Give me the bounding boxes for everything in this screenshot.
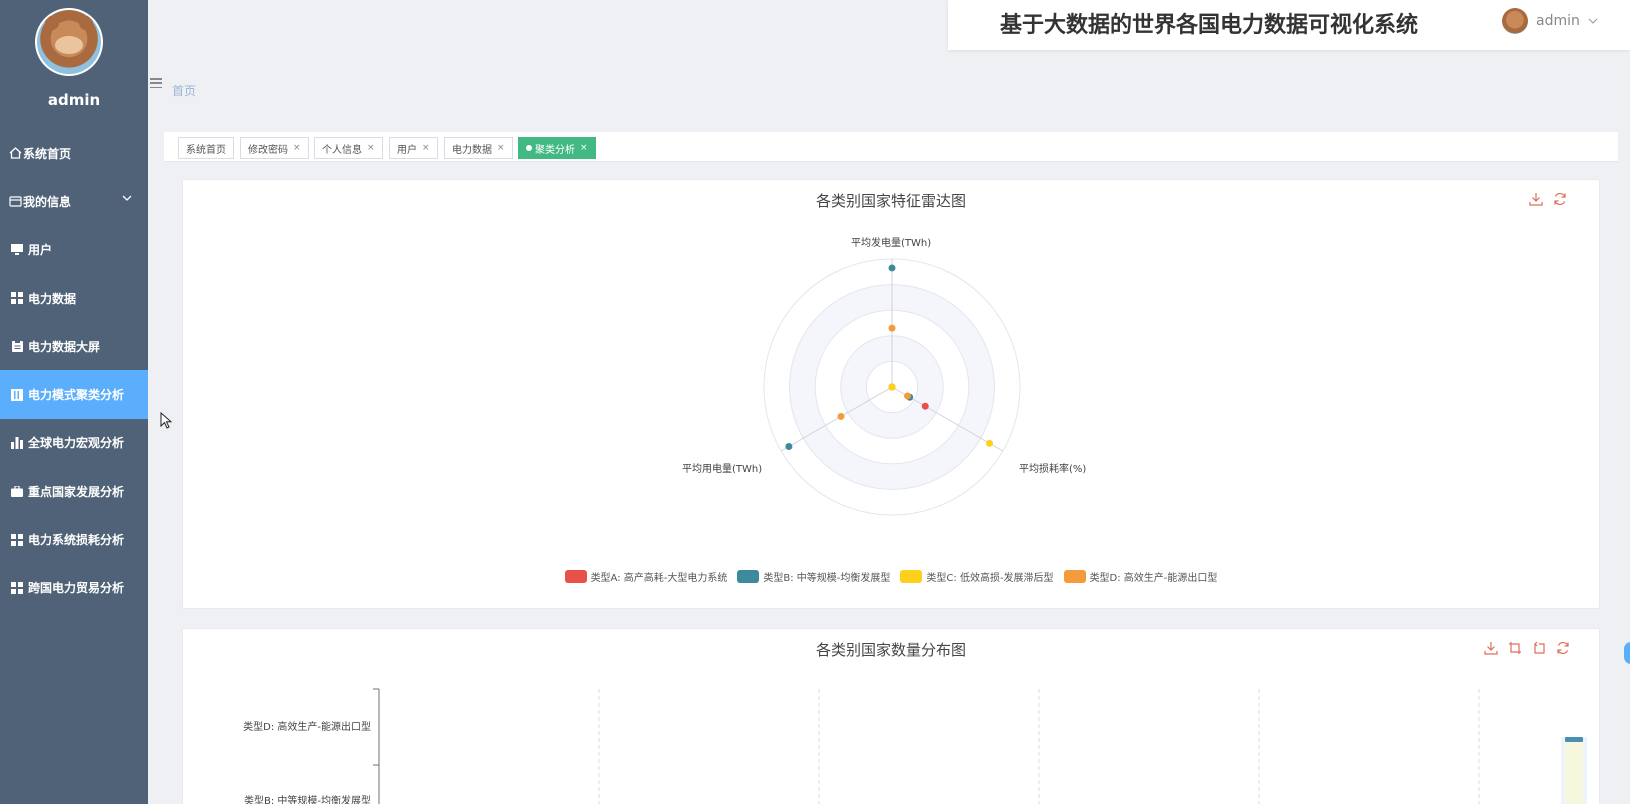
tab-power-data[interactable]: 电力数据 × bbox=[444, 137, 513, 159]
sidebar-item-power-data[interactable]: 电力数据 bbox=[0, 274, 148, 322]
briefcase-icon bbox=[10, 485, 24, 497]
radar-point[interactable] bbox=[904, 392, 912, 400]
radar-point[interactable] bbox=[785, 443, 793, 451]
sidebar: admin 系统首页 我的信息 用户 电力数据 电力数据大屏 电力模式聚类分析 … bbox=[0, 0, 148, 804]
sidebar-menu: 系统首页 我的信息 用户 电力数据 电力数据大屏 电力模式聚类分析 全球电力宏观… bbox=[0, 129, 148, 612]
sidebar-item-cluster-analysis[interactable]: 电力模式聚类分析 bbox=[0, 370, 148, 419]
tab-label: 系统首页 bbox=[186, 144, 226, 156]
close-icon[interactable]: × bbox=[422, 143, 430, 153]
y-tick-label: 类型D: 高效生产-能源出口型 bbox=[243, 722, 371, 733]
user-menu[interactable]: admin bbox=[1502, 8, 1598, 34]
close-icon[interactable]: × bbox=[580, 143, 588, 153]
chart-legend: 类型A: 高产高耗-大型电力系统 类型B: 中等规模-均衡发展型 类型C: 低效… bbox=[183, 569, 1599, 584]
sidebar-item-label: 我的信息 bbox=[23, 194, 72, 209]
active-dot-icon bbox=[526, 145, 532, 151]
grid-icon bbox=[10, 533, 24, 546]
sidebar-item-users[interactable]: 用户 bbox=[0, 226, 148, 274]
chevron-down-icon[interactable] bbox=[122, 191, 132, 205]
legend-item[interactable]: 类型A: 高产高耗-大型电力系统 bbox=[564, 569, 728, 584]
monitor-icon bbox=[10, 244, 24, 256]
id-card-icon bbox=[8, 195, 22, 207]
close-icon[interactable]: × bbox=[367, 143, 375, 153]
legend-swatch bbox=[737, 570, 760, 583]
legend-label: 类型D: 高效生产-能源出口型 bbox=[1089, 573, 1218, 584]
tab-label: 电力数据 bbox=[452, 144, 492, 156]
radar-indicator-label: 平均用电量(TWh) bbox=[682, 464, 763, 475]
sidebar-item-power-dashboard[interactable]: 电力数据大屏 bbox=[0, 322, 148, 370]
grid-icon bbox=[10, 581, 24, 594]
tab-home[interactable]: 系统首页 bbox=[178, 137, 234, 159]
breadcrumb[interactable]: 首页 bbox=[172, 82, 196, 99]
radar-chart-panel: 各类别国家特征雷达图 平均发电量(TWh) 平均损耗率(%) 平均用电量(TWh… bbox=[182, 179, 1600, 609]
radar-indicator-label: 平均发电量(TWh) bbox=[851, 238, 932, 249]
sidebar-item-label: 跨国电力贸易分析 bbox=[28, 581, 125, 596]
sidebar-item-label: 用户 bbox=[28, 243, 53, 258]
user-name[interactable]: admin bbox=[1536, 13, 1580, 29]
sidebar-item-label: 电力数据 bbox=[28, 291, 77, 306]
sidebar-item-global-macro[interactable]: 全球电力宏观分析 bbox=[0, 419, 148, 467]
y-tick-label: 类型B: 中等规模-均衡发展型 bbox=[243, 796, 371, 804]
tab-profile[interactable]: 个人信息 × bbox=[314, 137, 383, 159]
sidebar-item-label: 重点国家发展分析 bbox=[28, 484, 125, 499]
radar-point[interactable] bbox=[921, 402, 929, 410]
legend-item[interactable]: 类型B: 中等规模-均衡发展型 bbox=[737, 569, 890, 584]
tab-label: 用户 bbox=[397, 144, 417, 156]
tab-cluster-analysis[interactable]: 聚类分析 × bbox=[518, 137, 596, 159]
legend-swatch bbox=[900, 570, 923, 583]
legend-item[interactable]: 类型C: 低效高损-发展滞后型 bbox=[900, 569, 1054, 584]
radar-point[interactable] bbox=[888, 324, 896, 332]
legend-swatch bbox=[564, 570, 587, 583]
sidebar-item-label: 电力系统损耗分析 bbox=[28, 533, 125, 548]
user-avatar[interactable] bbox=[35, 8, 103, 76]
side-handle[interactable] bbox=[1624, 642, 1630, 664]
sidebar-username: admin bbox=[47, 91, 101, 109]
sidebar-item-trade-analysis[interactable]: 跨国电力贸易分析 bbox=[0, 564, 148, 612]
sidebar-item-label: 电力数据大屏 bbox=[28, 339, 101, 354]
sidebar-item-my-info[interactable]: 我的信息 bbox=[0, 177, 148, 225]
tab-users[interactable]: 用户 × bbox=[389, 137, 438, 159]
tab-label: 聚类分析 bbox=[535, 144, 575, 156]
close-icon[interactable]: × bbox=[497, 143, 505, 153]
tab-change-password[interactable]: 修改密码 × bbox=[240, 137, 309, 159]
menu-toggle-icon[interactable] bbox=[150, 78, 162, 88]
sidebar-item-label: 电力模式聚类分析 bbox=[28, 388, 125, 403]
bar-chart bbox=[373, 688, 1587, 804]
radar-point[interactable] bbox=[888, 264, 896, 272]
sidebar-item-label: 系统首页 bbox=[23, 146, 72, 161]
avatar[interactable] bbox=[1502, 8, 1528, 34]
legend-swatch bbox=[1063, 570, 1086, 583]
close-icon[interactable]: × bbox=[293, 143, 301, 153]
book-icon bbox=[10, 388, 24, 401]
bar-chart-panel: 各类别国家数量分布图 类型D: 高效生产-能源出口型 类型B: 中等规模-均衡发… bbox=[182, 628, 1600, 804]
radar-point[interactable] bbox=[837, 412, 845, 420]
sidebar-item-home[interactable]: 系统首页 bbox=[0, 129, 148, 177]
clipboard-icon bbox=[10, 340, 24, 353]
datazoom-handle[interactable] bbox=[1565, 737, 1583, 742]
sidebar-item-key-countries[interactable]: 重点国家发展分析 bbox=[0, 467, 148, 515]
datazoom-fill bbox=[1565, 739, 1583, 804]
radar-indicator-label: 平均损耗率(%) bbox=[1019, 464, 1087, 475]
chevron-down-icon[interactable] bbox=[1588, 16, 1598, 27]
legend-label: 类型C: 低效高损-发展滞后型 bbox=[926, 573, 1054, 584]
tab-label: 修改密码 bbox=[248, 144, 288, 156]
legend-label: 类型B: 中等规模-均衡发展型 bbox=[763, 573, 891, 584]
page-title: 基于大数据的世界各国电力数据可视化系统 bbox=[1000, 13, 1419, 38]
sidebar-item-loss-analysis[interactable]: 电力系统损耗分析 bbox=[0, 515, 148, 563]
home-icon bbox=[8, 147, 22, 159]
legend-label: 类型A: 高产高耗-大型电力系统 bbox=[590, 573, 728, 584]
bar-chart-icon bbox=[10, 436, 24, 449]
tab-label: 个人信息 bbox=[322, 144, 362, 156]
radar-point[interactable] bbox=[986, 439, 994, 447]
radar-point[interactable] bbox=[888, 383, 896, 391]
grid-icon bbox=[10, 292, 24, 305]
mouse-cursor-icon bbox=[160, 411, 173, 434]
legend-item[interactable]: 类型D: 高效生产-能源出口型 bbox=[1063, 569, 1218, 584]
sidebar-item-label: 全球电力宏观分析 bbox=[28, 436, 125, 451]
